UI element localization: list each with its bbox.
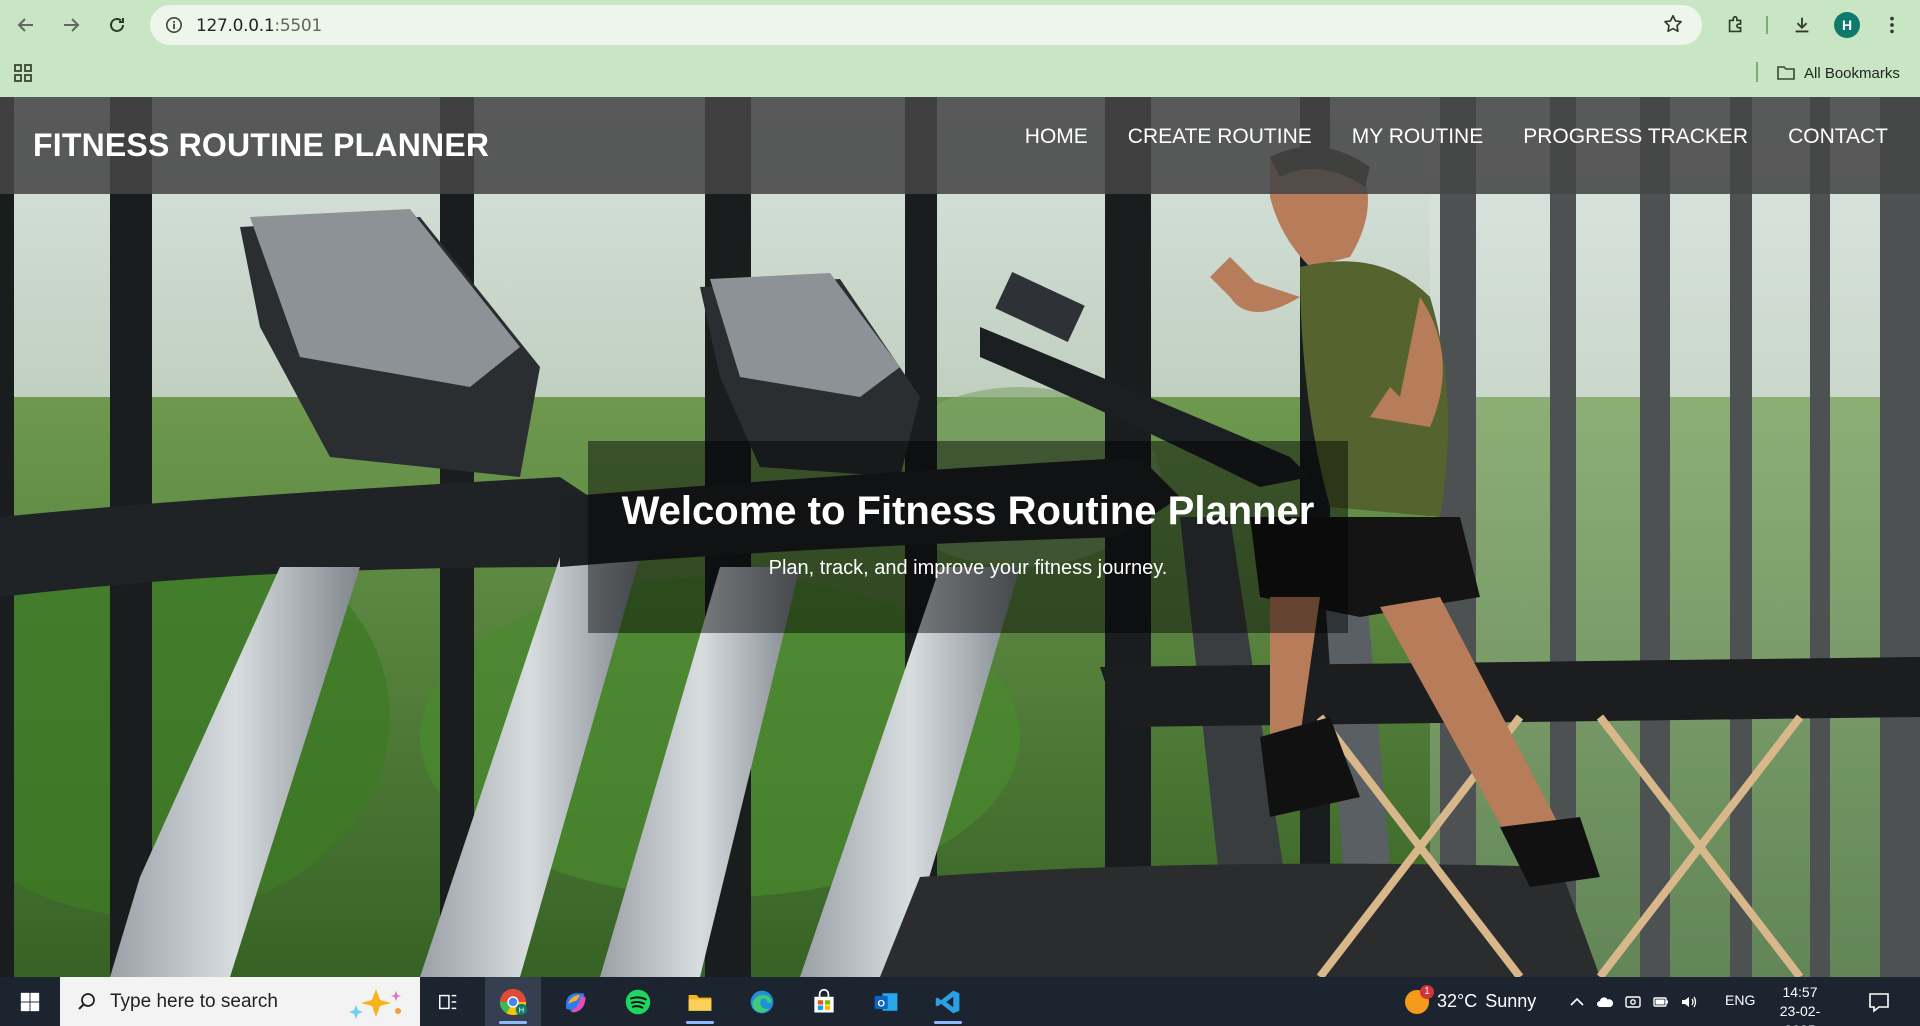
page-viewport: FITNESS ROUTINE PLANNER HOME CREATE ROUT… xyxy=(0,97,1920,977)
menu-icon[interactable] xyxy=(1876,9,1908,41)
system-tray xyxy=(1568,977,1698,1026)
battery-icon[interactable] xyxy=(1652,993,1670,1011)
search-highlight-icon xyxy=(349,989,401,1019)
nav-my-routine[interactable]: MY ROUTINE xyxy=(1352,125,1483,149)
weather-badge: 1 xyxy=(1420,984,1434,999)
address-bar[interactable]: 127.0.0.1:5501 xyxy=(150,5,1702,45)
copilot-icon[interactable] xyxy=(547,977,603,1026)
all-bookmarks-button[interactable]: All Bookmarks xyxy=(1776,62,1900,84)
edge-icon[interactable] xyxy=(734,977,790,1026)
volume-icon[interactable] xyxy=(1680,993,1698,1011)
file-explorer-icon[interactable] xyxy=(672,977,728,1026)
nav-progress-tracker[interactable]: PROGRESS TRACKER xyxy=(1523,125,1748,149)
reload-icon[interactable] xyxy=(101,9,133,41)
svg-text:O: O xyxy=(877,998,885,1009)
svg-text:H: H xyxy=(519,1005,524,1014)
windows-start-icon[interactable] xyxy=(0,977,60,1026)
taskbar-clock[interactable]: 14:57 23-02-2025 xyxy=(1765,983,1835,1026)
forward-icon[interactable] xyxy=(55,9,87,41)
toolbar-separator xyxy=(1766,16,1768,34)
hero-overlay: Welcome to Fitness Routine Planner Plan,… xyxy=(588,441,1348,633)
search-icon xyxy=(76,991,98,1013)
notifications-icon[interactable] xyxy=(1866,989,1892,1015)
open-indicator xyxy=(686,1021,714,1024)
onedrive-cloud-icon[interactable] xyxy=(1596,993,1614,1011)
url-port: :5501 xyxy=(274,16,322,36)
active-indicator xyxy=(499,1021,527,1024)
weather-sun-icon: 1 xyxy=(1405,984,1434,1014)
profile-avatar[interactable]: H xyxy=(1834,12,1860,38)
site-header: FITNESS ROUTINE PLANNER HOME CREATE ROUT… xyxy=(0,97,1920,194)
site-info-icon[interactable] xyxy=(162,13,186,37)
nav-home[interactable]: HOME xyxy=(1025,125,1088,149)
folder-icon xyxy=(1777,66,1795,80)
microsoft-store-icon[interactable] xyxy=(796,977,852,1026)
language-indicator[interactable]: ENG xyxy=(1725,992,1755,1008)
bookmarks-separator xyxy=(1756,62,1758,82)
weather-desc: Sunny xyxy=(1485,991,1537,1011)
clock-date: 23-02-2025 xyxy=(1779,1003,1821,1026)
windows-taskbar: Type here to search H O 1 32°C Sunny ENG… xyxy=(0,977,1920,1026)
url-text[interactable]: 127.0.0.1:5501 xyxy=(196,16,322,36)
browser-toolbar: 127.0.0.1:5501 H xyxy=(0,0,1920,50)
task-view-icon[interactable] xyxy=(420,977,476,1026)
hero-title: Welcome to Fitness Routine Planner xyxy=(621,489,1315,533)
nav-create-routine[interactable]: CREATE ROUTINE xyxy=(1128,125,1312,149)
hero-subtitle: Plan, track, and improve your fitness jo… xyxy=(768,557,1168,579)
clock-time: 14:57 xyxy=(1782,984,1818,1000)
weather-temp: 32°C xyxy=(1437,991,1478,1011)
chrome-icon[interactable]: H xyxy=(485,977,541,1026)
bookmarks-bar: All Bookmarks xyxy=(0,52,1920,92)
weather-widget[interactable]: 1 32°C Sunny xyxy=(1405,977,1536,1026)
back-icon[interactable] xyxy=(10,9,42,41)
meet-now-icon[interactable] xyxy=(1624,993,1642,1011)
star-icon[interactable] xyxy=(1662,13,1686,37)
browser-chrome: 127.0.0.1:5501 H All Bookmarks xyxy=(0,0,1920,97)
download-icon[interactable] xyxy=(1786,9,1818,41)
open-indicator xyxy=(934,1021,962,1024)
taskbar-search[interactable]: Type here to search xyxy=(60,977,420,1026)
all-bookmarks-label: All Bookmarks xyxy=(1804,64,1900,82)
vscode-icon[interactable] xyxy=(920,977,976,1026)
apps-icon[interactable] xyxy=(12,62,34,84)
url-host: 127.0.0.1 xyxy=(196,16,275,36)
extensions-icon[interactable] xyxy=(1720,9,1752,41)
nav-contact[interactable]: CONTACT xyxy=(1788,125,1888,149)
search-placeholder: Type here to search xyxy=(110,991,278,1012)
site-nav: HOME CREATE ROUTINE MY ROUTINE PROGRESS … xyxy=(1025,125,1888,149)
outlook-icon[interactable]: O xyxy=(858,977,914,1026)
chevron-up-icon[interactable] xyxy=(1568,993,1586,1011)
spotify-icon[interactable] xyxy=(610,977,666,1026)
site-brand[interactable]: FITNESS ROUTINE PLANNER xyxy=(33,127,489,164)
